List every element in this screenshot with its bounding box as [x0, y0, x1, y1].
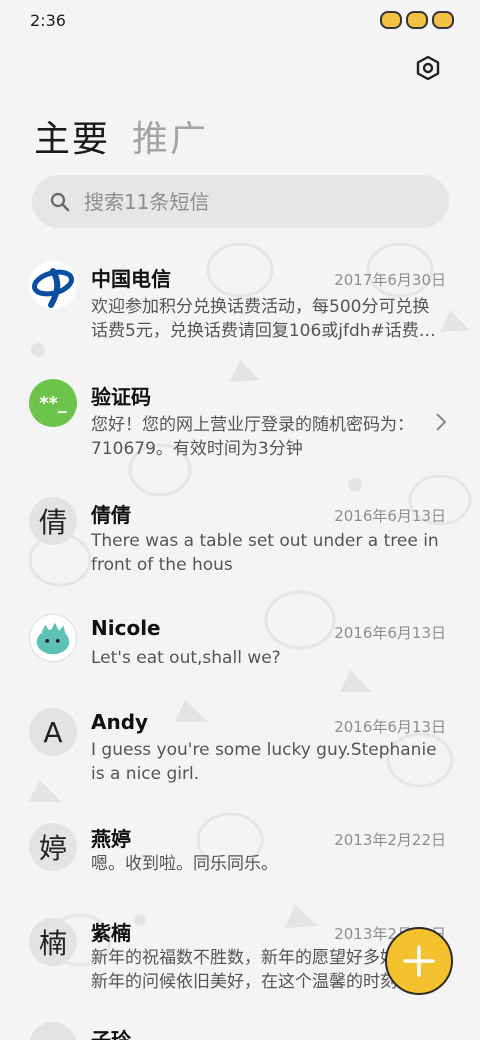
settings-button[interactable]	[412, 52, 444, 84]
contact-name: 紫楠	[91, 921, 131, 945]
message-preview: Let's eat out,shall we?	[91, 648, 281, 668]
search-input[interactable]	[84, 189, 404, 214]
message-preview: 嗯。收到啦。同乐同乐。	[91, 854, 278, 874]
avatar	[29, 261, 77, 309]
avatar: A	[29, 708, 77, 756]
message-date: 2016年6月13日	[334, 718, 446, 736]
conversation-list: 中国电信 2017年6月30日 欢迎参加积分兑换话费活动，每500分可兑换话费5…	[0, 246, 480, 1040]
message-preview: 您好！您的网上营业厅登录的随机密码为：710679。有效时间为3分钟	[91, 415, 414, 459]
cartoon-avatar-icon	[36, 622, 70, 655]
status-time: 2:36	[30, 10, 66, 30]
list-item[interactable]: **_ 验证码 您好！您的网上营业厅登录的随机密码为：710679。有效时间为3…	[0, 366, 480, 484]
tab-promotions[interactable]: 推广	[132, 110, 208, 162]
message-date: 2017年6月30日	[334, 271, 446, 289]
contact-name: 子玲	[91, 1028, 131, 1040]
tab-bar: 主要 推广	[34, 110, 208, 162]
plus-icon	[403, 945, 435, 977]
message-preview: There was a table set out under a tree i…	[91, 531, 439, 575]
list-item[interactable]: A Andy 2016年6月13日 I guess you're some lu…	[0, 696, 480, 811]
tab-primary[interactable]: 主要	[34, 110, 110, 162]
china-telecom-logo-icon	[31, 268, 75, 308]
message-date: 2013年2月22日	[334, 831, 446, 849]
contact-name: 倩倩	[91, 503, 131, 527]
avatar	[29, 1022, 77, 1040]
list-item[interactable]: 子玲	[0, 1010, 480, 1040]
contact-name: 验证码	[91, 385, 151, 409]
list-item[interactable]: 中国电信 2017年6月30日 欢迎参加积分兑换话费活动，每500分可兑换话费5…	[0, 246, 480, 366]
chevron-right-icon[interactable]	[434, 412, 448, 432]
search-bar[interactable]	[32, 175, 449, 228]
new-message-button[interactable]	[385, 927, 453, 995]
avatar: 倩	[29, 497, 77, 545]
list-item[interactable]: Nicole 2016年6月13日 Let's eat out,shall we…	[0, 602, 480, 696]
message-date: 2016年6月13日	[334, 624, 446, 642]
notification-icon	[432, 11, 454, 29]
status-icons	[380, 11, 454, 29]
message-preview: I guess you're some lucky guy.Stephanie …	[91, 740, 437, 784]
message-date: 2016年6月13日	[334, 507, 446, 525]
avatar: **_	[29, 379, 77, 427]
avatar: 楠	[29, 918, 77, 966]
search-icon	[50, 192, 70, 211]
list-item[interactable]: 婷 燕婷 2013年2月22日 嗯。收到啦。同乐同乐。	[0, 811, 480, 906]
list-item[interactable]: 倩 倩倩 2016年6月13日 There was a table set ou…	[0, 484, 480, 602]
avatar: 婷	[29, 823, 77, 871]
status-bar: 2:36	[0, 0, 480, 40]
contact-name: Nicole	[91, 616, 161, 640]
avatar	[29, 614, 77, 662]
notification-icon	[406, 11, 428, 29]
notification-icon	[380, 11, 402, 29]
contact-name: 中国电信	[91, 267, 171, 291]
gear-icon	[416, 55, 440, 81]
contact-name: Andy	[91, 710, 149, 734]
message-preview: 欢迎参加积分兑换话费活动，每500分可兑换话费5元，兑换话费请回复106或jfd…	[91, 297, 436, 341]
contact-name: 燕婷	[91, 827, 131, 851]
